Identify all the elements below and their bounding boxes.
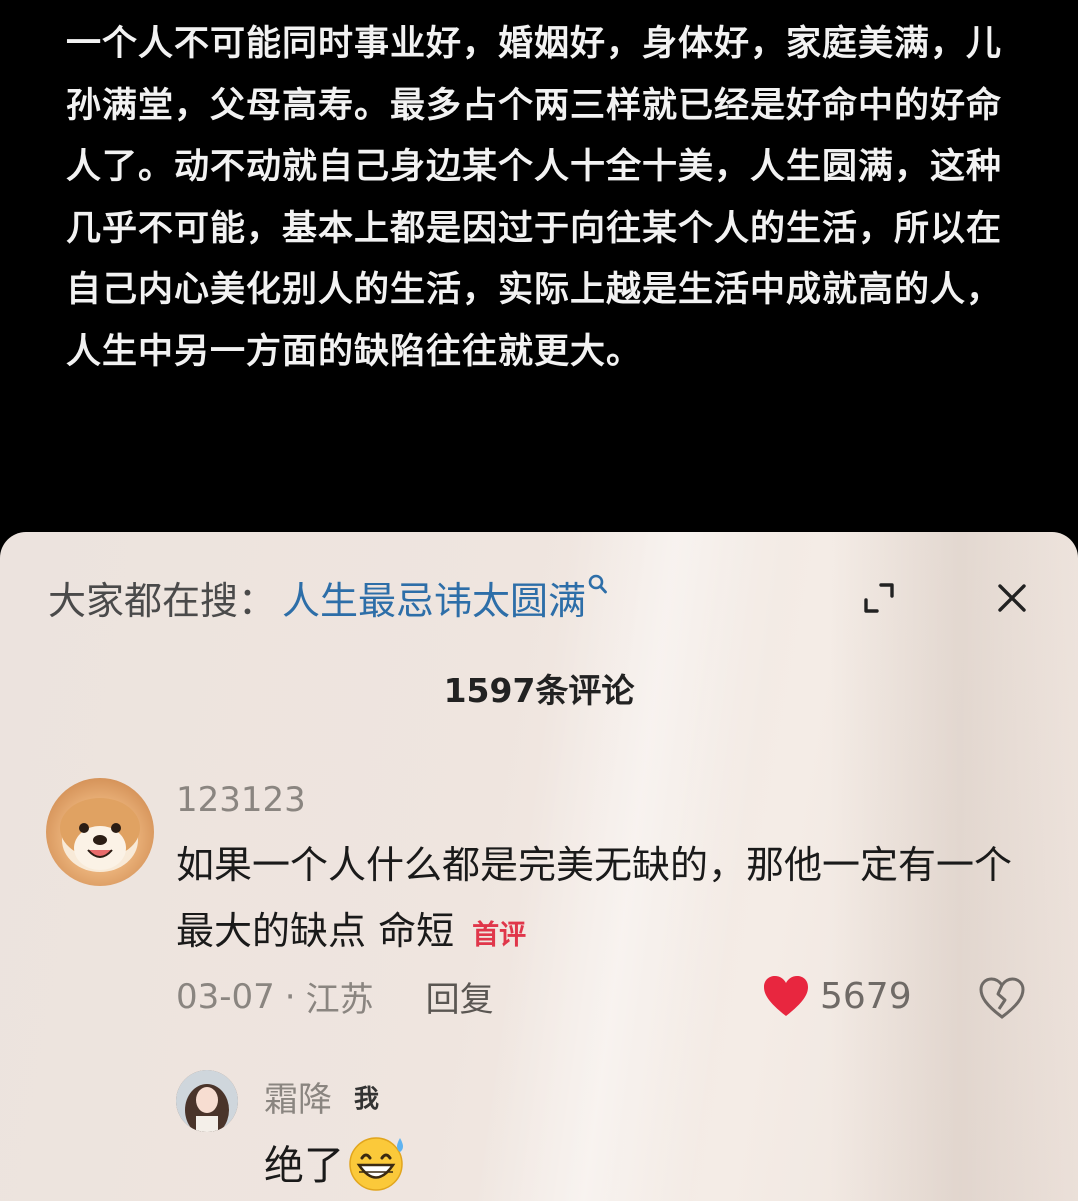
girl-avatar[interactable] [176,1070,238,1132]
first-comment-badge: 首评 [472,920,527,951]
comment-username[interactable]: 123123 [176,780,306,820]
expand-icon[interactable] [861,580,897,616]
me-badge: 我 [354,1083,380,1113]
like-count: 5679 [820,975,912,1017]
search-prefix: 大家都在搜： [48,579,277,623]
trending-search-bar[interactable]: 大家都在搜： 人生最忌讳太圆满 [48,574,608,626]
comment-date: 03-07 [176,976,275,1017]
video-caption: 一个人不可能同时事业好，婚姻好，身体好，家庭美满，儿孙满堂，父母高寿。最多占个两… [66,24,1003,372]
comment-count-title: 1597条评论 [443,671,635,710]
video-area[interactable]: 一个人不可能同时事业好，婚姻好，身体好，家庭美满，儿孙满堂，父母高寿。最多占个两… [0,0,1078,560]
heart-icon [764,976,808,1016]
reply-button[interactable]: 回复 [426,972,494,1021]
shiba-dog-avatar[interactable] [46,778,154,886]
comment-text: 如果一个人什么都是完美无缺的，那他一定有一个最大的缺点 命短 首评 [176,832,1016,969]
comment-location: 江苏 [305,980,374,1020]
reply-user-row: 霜降 我 [264,1072,379,1121]
search-term-link[interactable]: 人生最忌讳太圆满 [282,576,586,626]
reply-text: 绝了 [264,1132,412,1192]
like-button[interactable]: 5679 [762,974,912,1018]
broken-heart-icon[interactable] [978,976,1026,1020]
comments-panel: 大家都在搜： 人生最忌讳太圆满 1597条评论 123123 如果一个人什么都是… [0,532,1078,1201]
grinning-sweat-emoji-icon [349,1137,403,1191]
comment-meta: 03-07 · 江苏 回复 [176,972,494,1021]
reply-username[interactable]: 霜降 [264,1072,332,1121]
reply-body: 绝了 [264,1143,344,1189]
meta-separator: · [284,976,296,1017]
comment-body: 如果一个人什么都是完美无缺的，那他一定有一个最大的缺点 命短 [176,843,1013,953]
close-icon[interactable] [994,580,1030,616]
search-icon [588,558,608,594]
